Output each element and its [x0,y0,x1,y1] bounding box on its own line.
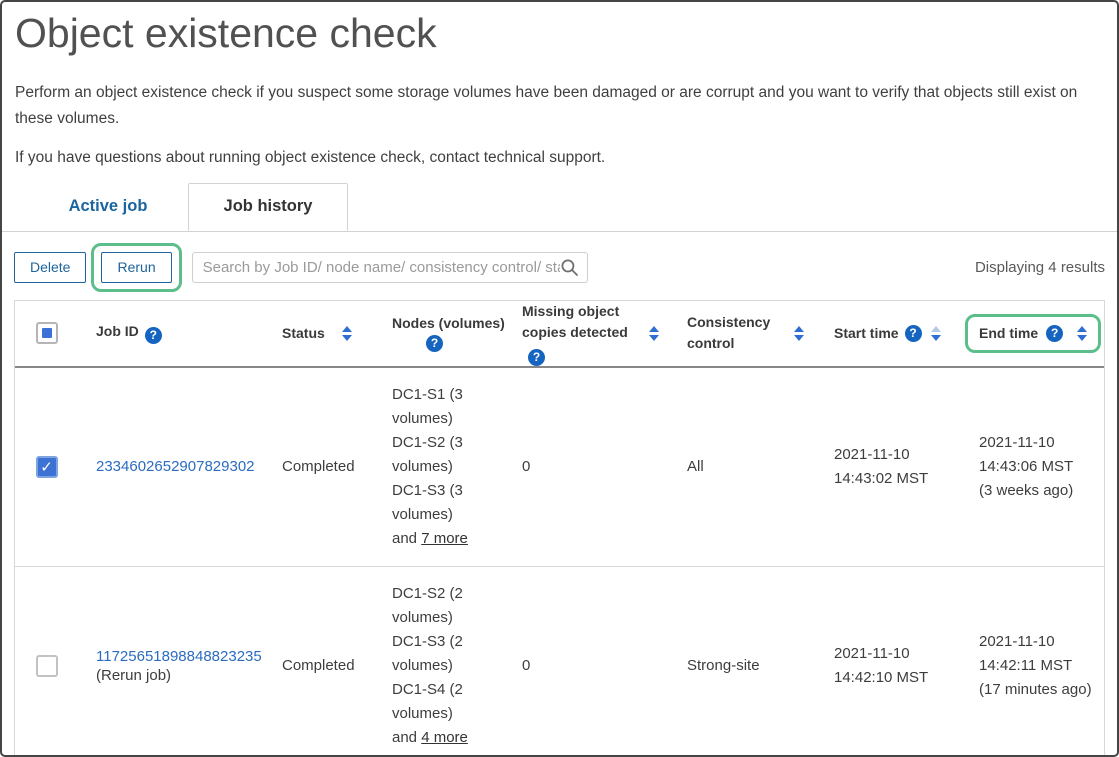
select-all-checkbox[interactable] [36,322,58,344]
table-row: ✓ 2334602652907829302 Completed DC1-S1 (… [15,368,1104,567]
nodes-cell: DC1-S2 (2 volumes) DC1-S3 (2 volumes) DC… [378,582,508,750]
sort-icon[interactable] [931,326,941,341]
end-time-cell: 2021-11-10 14:42:11 MST (17 minutes ago) [963,630,1104,702]
help-icon[interactable]: ? [905,325,922,342]
header-start-time: Start time? [818,325,963,342]
sort-icon[interactable] [1077,326,1087,341]
more-nodes-link[interactable]: 7 more [421,530,468,547]
table-header-row: Job ID? Status Nodes (volumes) ? Missing… [15,301,1104,368]
consistency-cell: All [673,458,818,475]
consistency-cell: Strong-site [673,657,818,674]
check-icon: ✓ [40,458,53,476]
page-frame: Object existence check Perform an object… [0,0,1119,757]
header-end-time: End time? [963,322,1104,345]
end-time-annotation-highlight: End time? [965,314,1101,353]
job-history-table: Job ID? Status Nodes (volumes) ? Missing… [14,300,1105,757]
header-select-all-cell [15,322,78,344]
end-time-ago: (17 minutes ago) [979,678,1104,702]
indeterminate-mark-icon [42,328,52,338]
node-entry: DC1-S2 (3 volumes) [392,431,508,479]
job-id-cell: 11725651898848823235 (Rerun job) [78,648,268,684]
header-consistency-control: Consistency control [673,312,818,354]
node-entry: DC1-S1 (3 volumes) [392,383,508,431]
nodes-more-line: and 7 more [392,527,508,551]
intro-paragraph-1: Perform an object existence check if you… [15,80,1091,131]
job-id-cell: 2334602652907829302 [78,458,268,475]
header-job-id: Job ID? [78,323,268,344]
node-entry: DC1-S2 (2 volumes) [392,582,508,630]
job-note: (Rerun job) [96,667,268,684]
header-missing-copies: Missing object copies detected? [508,301,673,366]
node-entry: DC1-S4 (2 volumes) [392,678,508,726]
header-nodes: Nodes (volumes) ? [378,315,508,352]
tab-job-history[interactable]: Job history [188,183,348,231]
status-cell: Completed [268,458,378,475]
sort-icon[interactable] [794,326,804,341]
status-cell: Completed [268,657,378,674]
row-select-cell: ✓ [15,456,78,478]
sort-icon[interactable] [649,326,659,341]
start-time-cell: 2021-11-10 14:43:02 MST [818,443,963,491]
intro-paragraph-2: If you have questions about running obje… [15,145,1091,171]
nodes-more-line: and 4 more [392,726,508,750]
header-status: Status [268,325,378,341]
delete-button[interactable]: Delete [14,252,86,283]
tab-bar: Active job Job history [2,183,1117,232]
tab-active-job[interactable]: Active job [28,183,188,231]
end-time-ago: (3 weeks ago) [979,479,1104,503]
page-title: Object existence check [15,10,1117,57]
search-icon[interactable] [560,258,579,277]
rerun-button[interactable]: Rerun [101,252,171,283]
more-nodes-link[interactable]: 4 more [421,729,468,746]
row-checkbox[interactable] [36,655,58,677]
job-id-link[interactable]: 2334602652907829302 [96,458,255,475]
job-id-link[interactable]: 11725651898848823235 [96,648,262,665]
start-time-cell: 2021-11-10 14:42:10 MST [818,642,963,690]
toolbar: Delete Rerun Displaying 4 results [14,252,1105,283]
search-input[interactable] [203,259,560,276]
help-icon[interactable]: ? [1046,325,1063,342]
end-time-cell: 2021-11-10 14:43:06 MST (3 weeks ago) [963,431,1104,503]
results-count: Displaying 4 results [975,259,1105,276]
search-box [192,252,588,283]
row-select-cell [15,655,78,677]
missing-copies-cell: 0 [508,657,673,674]
missing-copies-cell: 0 [508,458,673,475]
help-icon[interactable]: ? [426,335,443,352]
table-row: 11725651898848823235 (Rerun job) Complet… [15,567,1104,757]
help-icon[interactable]: ? [145,327,162,344]
node-entry: DC1-S3 (2 volumes) [392,630,508,678]
help-icon[interactable]: ? [528,349,545,366]
node-entry: DC1-S3 (3 volumes) [392,479,508,527]
nodes-cell: DC1-S1 (3 volumes) DC1-S2 (3 volumes) DC… [378,383,508,551]
rerun-annotation-highlight: Rerun [91,243,181,292]
row-checkbox[interactable]: ✓ [36,456,58,478]
sort-icon[interactable] [342,326,352,341]
